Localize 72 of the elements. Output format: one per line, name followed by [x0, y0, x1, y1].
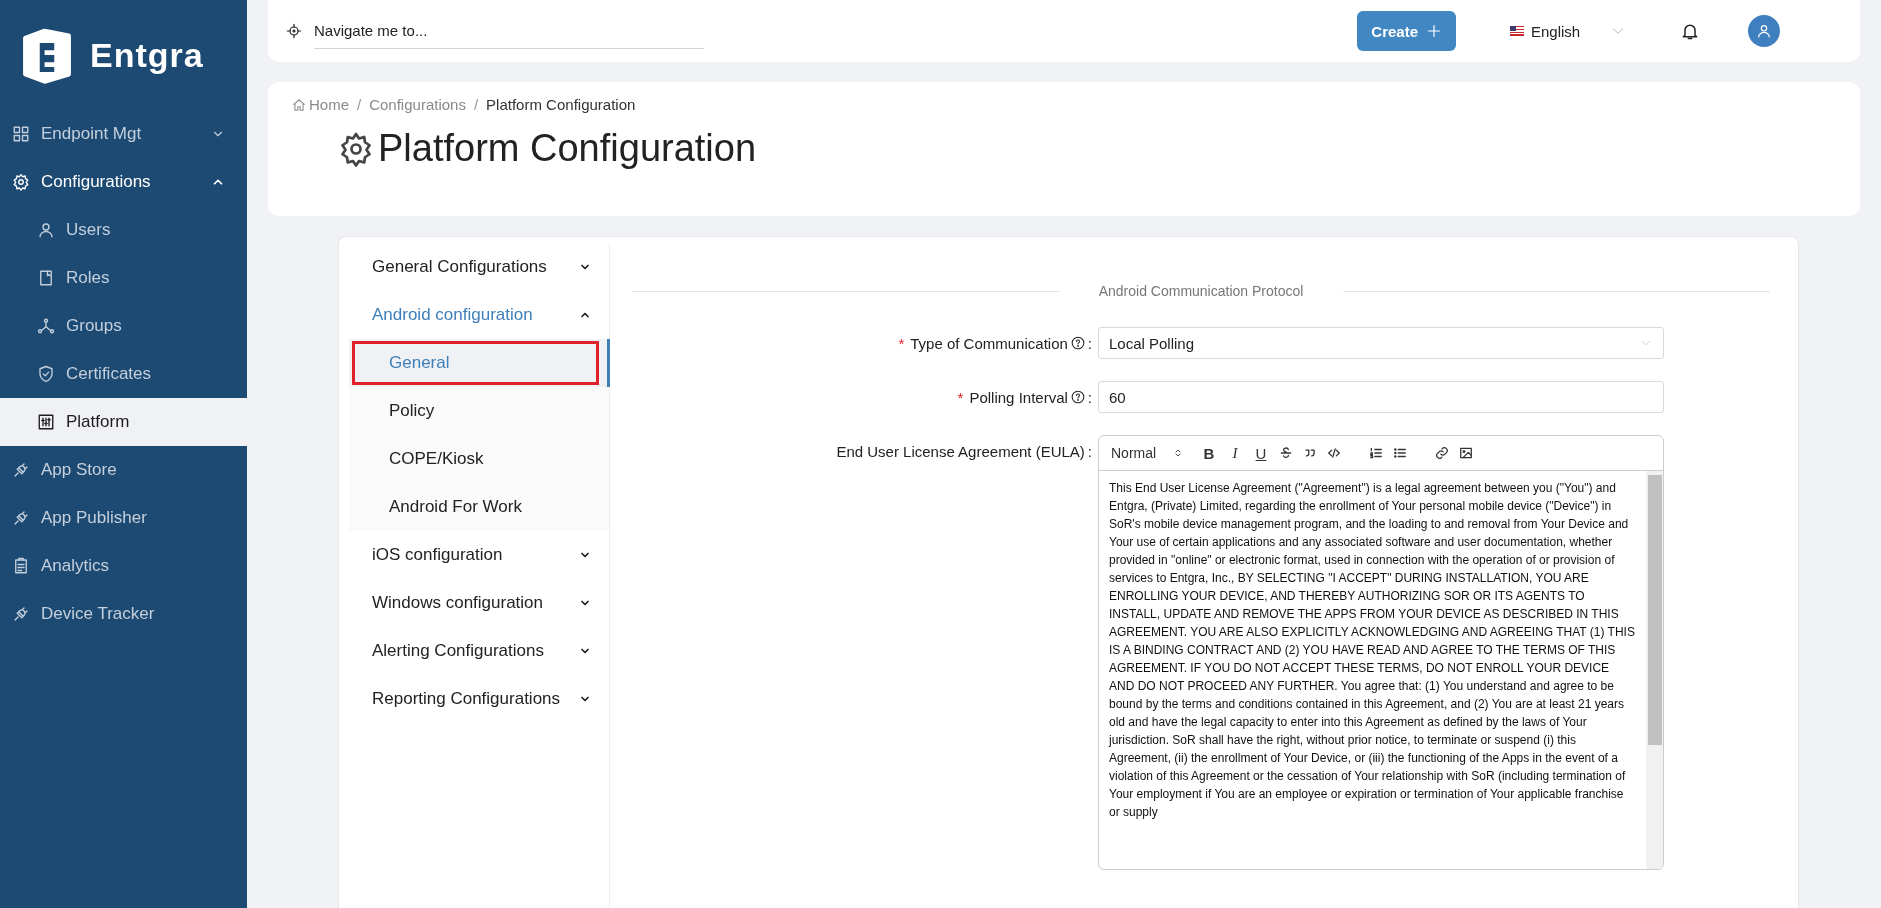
field-label: Polling Interval [969, 388, 1068, 406]
link-icon[interactable] [1435, 446, 1449, 460]
grid-icon [12, 125, 30, 143]
bullet-list-icon[interactable] [1393, 446, 1407, 460]
plug-icon [12, 605, 30, 623]
book-icon [37, 269, 55, 287]
sliders-icon [37, 413, 55, 431]
clipboard-icon [12, 557, 30, 575]
plug-icon [12, 509, 30, 527]
format-mark-button[interactable]: I [1227, 444, 1243, 462]
config-menu-item[interactable]: Windows configuration [339, 579, 609, 627]
sidebar-item[interactable]: App Publisher [0, 494, 247, 542]
user-icon [1756, 23, 1772, 39]
user-icon [37, 221, 55, 239]
format-mark-button[interactable]: U [1253, 444, 1269, 462]
sidebar-item[interactable]: Device Tracker [0, 590, 247, 638]
sidebar-item[interactable]: App Store [0, 446, 247, 494]
communication-select[interactable]: Local Polling [1098, 327, 1664, 359]
section-title: Android Communication Protocol [1098, 283, 1304, 299]
config-submenu-item[interactable]: Android For Work [349, 483, 610, 531]
breadcrumb-current: Platform Configuration [486, 96, 636, 113]
breadcrumb-link[interactable]: Home [292, 96, 349, 113]
sidebar-item[interactable]: Configurations [0, 158, 247, 206]
eula-text: This End User License Agreement ("Agreement") is a legal agreement between you ("You") and Entgra, (Private) Limited, regarding the enrollment of Your personal mobile device ("Device") in SoR's mobile device management program, and the loading to and removal from Your Device and Your use of certain applications and any associated software and user documentation, whether provided in "online" or electronic format, used in connection with the operation of or provision of services to Entgra, Inc., BY SELECTING "I ACCEPT" DURING INSTALLATION, YOU ARE ENROLLING YOUR DEVICE, AND THEREBY AUTHORIZING SOR OR ITS AGENTS TO INSTALL, UPDATE AND REMOVE THE APPS FROM YOUR DEVICE AS DESCRIBED IN THIS AGREEMENT. YOU ARE ALSO EXPLICITLY ACKNOWLEDGING AND AGREEING THAT (1) THIS IS A BINDING CONTRACT AND (2) YOU HAVE READ AND AGREE TO THE TERMS OF THIS AGREEMENT. IF YOU DO NOT ACCEPT THESE TERMS, DO NOT ENROLL YOUR DEVICE AND DO NOT PROCEED ANY FURTHER. You agree that: (1) You understand and agree to be bound by the terms and conditions contained in this Agreement, and (2) You are at least 21 years old and have the legal capacity to enter into this Agreement as defined by the laws of Your jurisdiction. SoR shall have the right, without prior notice, to terminate or suspend (i) this Agreement, (ii) the enrollment of Your Device, or (iii) the functioning of the Apps in the event of a violation of this Agreement or the cessation of Your relationship with SoR (including termination of Your employment if You are an employee or expiration or termination of Your applicable franchise or supply [1107, 480, 1636, 821]
config-menu-item[interactable]: General Configurations [339, 243, 609, 291]
brand-name: Entgra [90, 35, 204, 75]
shield-icon [37, 365, 55, 383]
sidebar-subitem[interactable]: Users [0, 206, 247, 254]
format-dropdown[interactable]: Normal [1111, 445, 1191, 461]
page-title: Platform Configuration [378, 127, 757, 170]
sidebar-subitem[interactable]: Roles [0, 254, 247, 302]
field-label: Type of Communication [910, 334, 1068, 352]
config-menu-item[interactable]: Reporting Configurations [339, 675, 609, 723]
breadcrumb-separator: / [357, 96, 362, 113]
home-icon [292, 97, 306, 112]
nodes-icon [37, 317, 55, 335]
sidebar-subitem[interactable]: Groups [0, 302, 247, 350]
create-button[interactable]: Create [1357, 11, 1456, 51]
plus-icon [1426, 23, 1442, 39]
format-mark-button[interactable]: B [1201, 444, 1217, 462]
gear-icon [12, 173, 30, 191]
gear-icon [338, 130, 374, 167]
config-menu-item[interactable]: Alerting Configurations [339, 627, 609, 675]
sidebar-subitem[interactable]: Platform [0, 398, 247, 446]
required-mark: * [898, 334, 905, 352]
sidebar-item[interactable]: Analytics [0, 542, 247, 590]
language-selector[interactable]: English [1531, 22, 1581, 40]
breadcrumb-separator: / [473, 96, 479, 113]
config-submenu-item[interactable]: Policy [349, 387, 610, 435]
config-menu-item[interactable]: Android configuration [339, 291, 609, 339]
required-mark: * [957, 388, 964, 406]
numbered-list-icon[interactable] [1369, 446, 1383, 460]
image-icon[interactable] [1459, 446, 1473, 460]
breadcrumb-link[interactable]: Configurations [369, 96, 466, 113]
label-colon: : [1087, 388, 1092, 406]
polling-interval-field[interactable]: 60 [1098, 381, 1664, 413]
quote-icon[interactable] [1303, 446, 1317, 460]
sidebar-subitem[interactable]: Certificates [0, 350, 247, 398]
config-menu-item[interactable]: iOS configuration [339, 531, 609, 579]
label-colon: : [1087, 334, 1092, 352]
label-colon: : [1087, 442, 1092, 460]
avatar-icon[interactable] [1748, 15, 1780, 47]
code-icon[interactable] [1327, 446, 1341, 460]
strikethrough-icon[interactable] [1279, 446, 1293, 460]
sidebar-item[interactable]: Endpoint Mgt [0, 110, 247, 158]
plug-icon [12, 461, 30, 479]
field-label: End User License Agreement (EULA) [836, 442, 1085, 460]
flag-icon [1510, 26, 1524, 36]
config-submenu-item[interactable]: General [349, 339, 610, 387]
target-icon [286, 23, 302, 39]
scrollbar[interactable] [1646, 471, 1663, 869]
config-submenu-item[interactable]: COPE/Kiosk [349, 435, 610, 483]
